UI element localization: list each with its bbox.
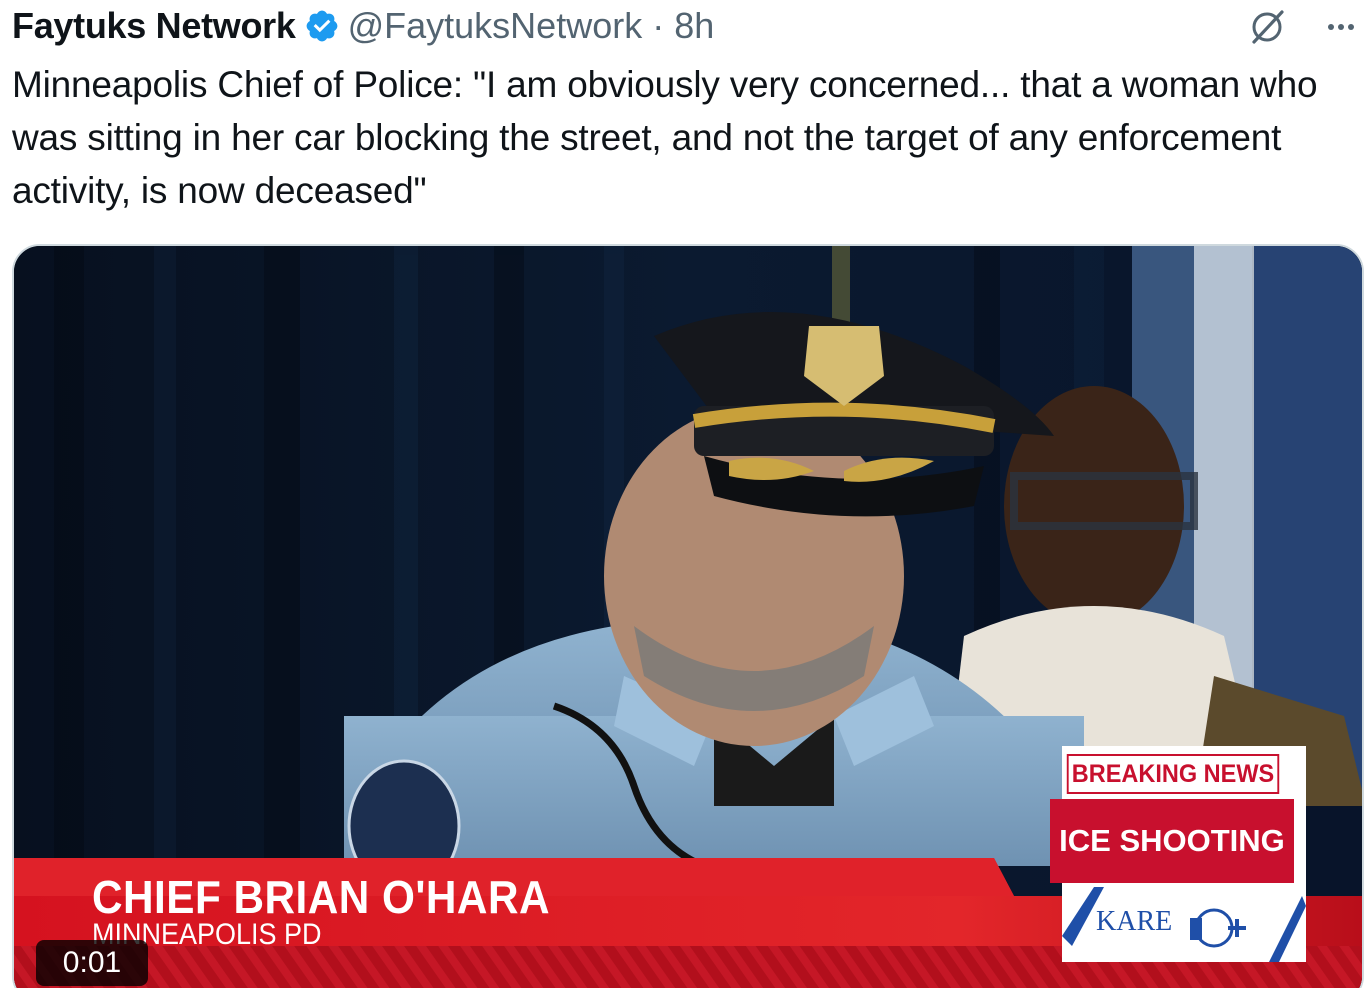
story-label: ICE SHOOTING	[1050, 799, 1294, 883]
tweet-text: Minneapolis Chief of Police: "I am obvio…	[12, 64, 1318, 211]
grok-icon[interactable]	[1246, 6, 1288, 48]
handle-and-time[interactable]: @FaytuksNetwork · 8h	[348, 5, 715, 47]
more-options-icon[interactable]	[1320, 6, 1362, 48]
dot	[1338, 24, 1344, 30]
dot	[1328, 24, 1334, 30]
lower-third-name: CHIEF BRIAN O'HARA	[92, 871, 551, 923]
display-name[interactable]: Faytuks Network	[12, 5, 296, 47]
video-timestamp: 0:01	[36, 940, 148, 986]
video-player[interactable]: BREAKING NEWS ICE SHOOTING KARE CHIEF BR…	[12, 244, 1364, 988]
station-logo-text: KARE	[1096, 906, 1173, 937]
dot	[1348, 24, 1354, 30]
verified-badge-icon[interactable]	[304, 8, 340, 44]
tweet-header: Faytuks Network @FaytuksNetwork · 8h	[12, 4, 714, 48]
breaking-news-label: BREAKING NEWS	[1066, 754, 1280, 794]
